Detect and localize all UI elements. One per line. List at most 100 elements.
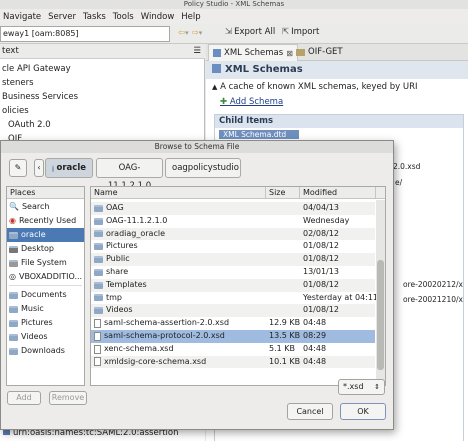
places-divider — [9, 285, 82, 286]
menu-navigate[interactable]: Navigate — [3, 12, 41, 22]
file-row[interactable]: OAG-11.1.2.1.0 Wednesday — [91, 215, 375, 228]
child-item-fragment[interactable]: 2.0.xsd — [393, 162, 420, 171]
tree-item-oauth[interactable]: OAuth 2.0 — [8, 118, 51, 132]
schema-description-text: A cache of known XML schemas, keyed by U… — [220, 82, 418, 92]
add-place-button[interactable]: Add — [7, 391, 41, 405]
tab-oif-get[interactable]: OIF-GET — [292, 44, 347, 61]
place-vboxadditions[interactable]: ◎ VBOXADDITIO... — [7, 270, 84, 284]
import-icon: ⇱ — [282, 27, 290, 37]
place-desktop[interactable]: Desktop — [7, 242, 84, 256]
file-size: 5.1 KB — [269, 343, 295, 353]
folder-icon — [94, 268, 103, 276]
breadcrumb-back-button[interactable]: ‹ — [34, 159, 44, 177]
export-all-button[interactable]: ⇲ Export All — [225, 27, 275, 37]
place-documents[interactable]: Documents — [7, 288, 84, 302]
import-button[interactable]: ⇱ Import — [282, 27, 319, 37]
add-icon: ✚ — [220, 97, 228, 107]
remove-place-button[interactable]: Remove — [49, 391, 87, 405]
tree-item-business-services[interactable]: Business Services — [2, 90, 78, 104]
menu-window[interactable]: Window — [141, 12, 175, 22]
tree-toolbar-icon[interactable]: ☰ — [193, 44, 201, 59]
place-pictures[interactable]: Pictures — [7, 316, 84, 330]
file-row[interactable]: xenc-schema.xsd 5.1 KB 04:48 — [91, 343, 375, 356]
file-row[interactable]: OAG 04/04/13 — [91, 202, 375, 215]
file-modified: Wednesday — [303, 215, 350, 225]
scrollbar-thumb[interactable] — [377, 260, 384, 370]
place-videos[interactable]: Videos — [7, 330, 84, 344]
column-modified[interactable]: Modified — [300, 187, 376, 199]
child-item-selected[interactable]: XML Schema.dtd — [219, 130, 299, 139]
cancel-button[interactable]: Cancel — [287, 403, 333, 420]
place-documents-label: Documents — [21, 290, 67, 299]
add-schema-link[interactable]: ✚ Add Schema — [220, 97, 283, 107]
place-search-label: Search — [21, 202, 50, 211]
place-file-system[interactable]: File System — [7, 256, 84, 270]
place-oracle[interactable]: oracle — [7, 228, 84, 242]
place-videos-label: Videos — [21, 332, 48, 341]
file-row[interactable]: share 13/01/13 — [91, 266, 375, 279]
place-downloads[interactable]: Downloads — [7, 344, 84, 358]
column-name[interactable]: Name — [91, 187, 266, 199]
file-row[interactable]: Public 01/08/12 — [91, 253, 375, 266]
server-connection-field[interactable]: eway1 [oam:8085] — [0, 26, 170, 42]
file-modified: Yesterday at 04:11 — [303, 292, 379, 302]
file-name-text: Pictures — [106, 241, 138, 251]
window-title: Policy Studio - XML Schemas — [0, 0, 468, 9]
folder-icon — [94, 256, 103, 264]
file-modified: 01/08/12 — [303, 305, 339, 315]
back-forward-arrows[interactable]: ⇦ ▾ ⇨ ▾ — [178, 28, 202, 38]
column-size[interactable]: Size — [266, 187, 300, 199]
file-type-filter[interactable]: *.xsd ⇕ — [338, 379, 385, 395]
breadcrumb-oagpolicystudio[interactable]: oagpolicystudio — [165, 158, 241, 178]
clock-icon: ◉ — [9, 216, 16, 225]
file-name: OAG — [94, 202, 124, 215]
file-modified: 04:48 — [303, 356, 327, 366]
file-row[interactable]: Videos 01/08/12 — [91, 304, 375, 318]
place-file-system-label: File System — [21, 258, 67, 267]
file-list-scrollbar[interactable] — [376, 200, 385, 385]
tree-item-policies[interactable]: olicies — [2, 104, 29, 118]
drive-icon — [9, 259, 18, 267]
folder-icon — [9, 347, 18, 355]
menu-tools[interactable]: Tools — [113, 12, 134, 22]
tree-item-gateway[interactable]: cle API Gateway — [2, 62, 71, 76]
place-recently-used[interactable]: ◉ Recently Used — [7, 214, 84, 228]
file-name: tmp — [94, 292, 122, 305]
menu-tasks[interactable]: Tasks — [83, 12, 106, 22]
file-name: oradiag_oracle — [94, 228, 165, 241]
file-row[interactable]: tmp Yesterday at 04:11 — [91, 292, 379, 305]
file-row[interactable]: saml-schema-assertion-2.0.xsd 12.9 KB 04:4… — [91, 317, 375, 330]
breadcrumb-oracle[interactable]: oracle — [45, 158, 93, 178]
place-music[interactable]: Music — [7, 302, 84, 316]
breadcrumb-oag[interactable]: OAG-11.1.2.1.0 — [96, 158, 163, 191]
tree-search-header[interactable]: text ☰ — [0, 44, 205, 59]
child-item-fragment[interactable]: ore-20020212/x — [403, 280, 463, 289]
type-location-button[interactable]: ✎ — [9, 159, 27, 177]
file-name: saml-schema-assertion-2.0.xsd — [94, 317, 229, 330]
file-row[interactable]: saml-schema-protocol-2.0.xsd 13.5 KB 08:29 — [91, 330, 375, 343]
file-row[interactable]: Pictures 01/08/12 — [91, 240, 375, 253]
child-item-fragment[interactable]: ore-20021210/x — [403, 295, 463, 304]
tab-xml-schemas[interactable]: XML Schemas ⊠ — [208, 44, 298, 61]
tree-item-listeners[interactable]: steners — [2, 76, 34, 90]
tab-xml-schemas-label: XML Schemas — [224, 47, 284, 58]
file-row[interactable]: xmldsig-core-schema.xsd 10.1 KB 04:48 — [91, 355, 375, 369]
menu-help[interactable]: Help — [181, 12, 200, 22]
place-music-label: Music — [21, 304, 44, 313]
file-row[interactable]: oradiag_oracle 02/08/12 — [91, 227, 375, 241]
arrow-right-icon: ⇨ — [191, 28, 199, 38]
document-icon — [94, 319, 101, 329]
place-search[interactable]: 🔍 Search — [7, 200, 84, 214]
file-name-text: Public — [106, 254, 130, 264]
breadcrumb-oracle-label: oracle — [56, 163, 86, 173]
policy-tab-icon — [296, 49, 305, 56]
collapse-triangle-icon[interactable]: ▲ — [212, 83, 217, 91]
file-name-text: xmldsig-core-schema.xsd — [104, 356, 207, 366]
file-row[interactable]: Templates 01/08/12 — [91, 278, 375, 292]
child-item-fragment[interactable]: e/ — [395, 178, 402, 187]
menu-server[interactable]: Server — [48, 12, 76, 22]
file-name-text: OAG-11.1.2.1.0 — [106, 215, 168, 225]
ok-button[interactable]: OK — [340, 403, 386, 420]
file-modified: 13/01/13 — [303, 267, 339, 276]
file-size: 10.1 KB — [269, 356, 301, 366]
